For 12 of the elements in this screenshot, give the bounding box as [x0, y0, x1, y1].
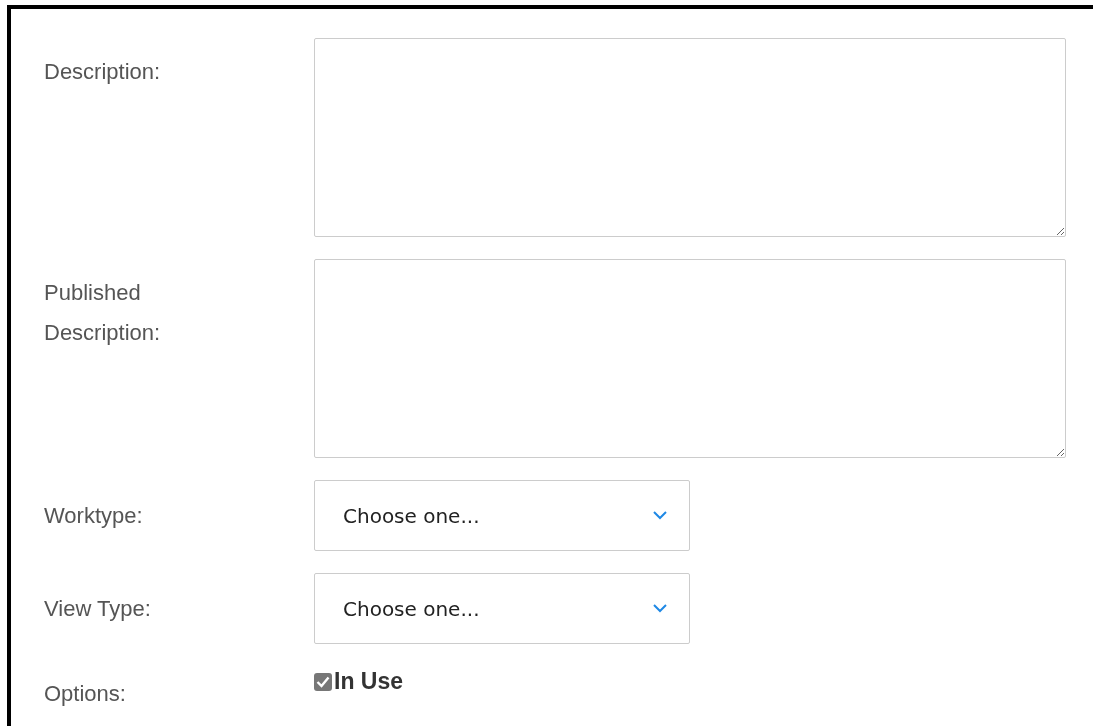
- field-label: Description:: [44, 58, 162, 86]
- description-field[interactable]: [314, 259, 1066, 458]
- field-label: Options:: [44, 680, 127, 708]
- chevron-down-icon: [653, 511, 667, 520]
- field-label: Published Description:: [44, 279, 162, 347]
- checkbox-label: In Use: [334, 668, 404, 695]
- field-label: Worktype:: [44, 501, 144, 530]
- select-dropdown[interactable]: Choose one...: [314, 480, 690, 551]
- description-field[interactable]: [314, 38, 1066, 237]
- select-dropdown[interactable]: Choose one...: [314, 573, 690, 644]
- chevron-down-icon: [653, 604, 667, 613]
- field-label: View Type:: [44, 594, 152, 623]
